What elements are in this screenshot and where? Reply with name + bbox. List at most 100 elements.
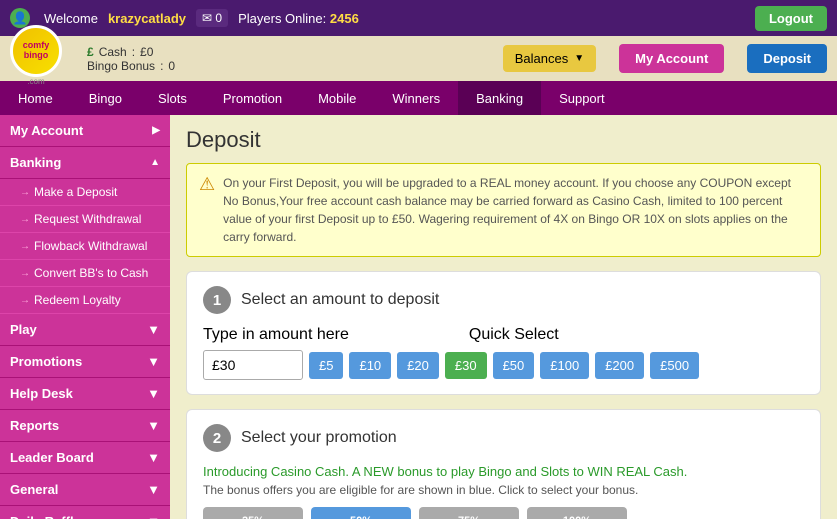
promo-sub: The bonus offers you are eligible for ar… bbox=[203, 483, 804, 497]
sidebar-flowback-withdrawal[interactable]: → Flowback Withdrawal bbox=[0, 233, 170, 260]
nav-home[interactable]: Home bbox=[0, 81, 71, 115]
sidebar-make-deposit-label: Make a Deposit bbox=[34, 185, 117, 199]
chevron-up-icon: ▲ bbox=[150, 157, 160, 168]
balance-info: £ Cash : £0 Bingo Bonus : 0 bbox=[87, 45, 175, 73]
nav-mobile[interactable]: Mobile bbox=[300, 81, 374, 115]
cash-colon: : bbox=[132, 45, 135, 59]
sidebar-general-label: General bbox=[10, 482, 58, 497]
promo-intro: Introducing Casino Cash. A NEW bonus to … bbox=[203, 464, 804, 479]
step2-header: 2 Select your promotion bbox=[203, 424, 804, 452]
sidebar-general[interactable]: General ▼ bbox=[0, 474, 170, 506]
quick-btn-500[interactable]: £500 bbox=[650, 352, 699, 379]
user-avatar-icon: 👤 bbox=[10, 8, 30, 28]
quick-btn-50[interactable]: £50 bbox=[493, 352, 535, 379]
nav-support[interactable]: Support bbox=[541, 81, 623, 115]
promo-card-100[interactable]: 100% CASINOCASH Deposit £100 to £500 bbox=[527, 507, 627, 519]
nav-bar: Home Bingo Slots Promotion Mobile Winner… bbox=[0, 81, 837, 115]
chevron-down-icon: ▼ bbox=[147, 418, 160, 433]
sidebar-promotions[interactable]: Promotions ▼ bbox=[0, 346, 170, 378]
notice-text: On your First Deposit, you will be upgra… bbox=[223, 174, 808, 246]
notice-box: ⚠ On your First Deposit, you will be upg… bbox=[186, 163, 821, 257]
welcome-label: Welcome bbox=[44, 11, 98, 26]
chevron-right-icon: ▶ bbox=[152, 125, 160, 136]
amount-input[interactable] bbox=[203, 350, 303, 380]
sidebar-daily-raffle[interactable]: Daily Raffle ▼ bbox=[0, 506, 170, 519]
arrow-right-icon: → bbox=[20, 214, 30, 225]
logout-button[interactable]: Logout bbox=[755, 6, 827, 31]
step2-circle: 2 bbox=[203, 424, 231, 452]
amount-type-label: Type in amount here bbox=[203, 326, 349, 344]
username-display: krazycatlady bbox=[108, 11, 186, 26]
top-bar-left: 👤 Welcome krazycatlady ✉ 0 Players Onlin… bbox=[10, 8, 359, 28]
sidebar-reports-label: Reports bbox=[10, 418, 59, 433]
quick-btn-100[interactable]: £100 bbox=[540, 352, 589, 379]
promo-card-25-title: 25% CASINOCASH bbox=[213, 515, 293, 519]
bingo-bonus-colon: : bbox=[160, 59, 163, 73]
balance-bar: comfybingo .com £ Cash : £0 Bingo Bonus … bbox=[0, 36, 837, 81]
main-layout: My Account ▶ Banking ▲ → Make a Deposit … bbox=[0, 115, 837, 519]
sidebar-request-withdrawal-label: Request Withdrawal bbox=[34, 212, 141, 226]
nav-bingo[interactable]: Bingo bbox=[71, 81, 140, 115]
sidebar-redeem-loyalty[interactable]: → Redeem Loyalty bbox=[0, 287, 170, 314]
chevron-down-icon: ▼ bbox=[147, 354, 160, 369]
nav-promotion[interactable]: Promotion bbox=[205, 81, 300, 115]
arrow-right-icon: → bbox=[20, 187, 30, 198]
chevron-down-icon: ▼ bbox=[147, 322, 160, 337]
players-count: 2456 bbox=[330, 11, 359, 26]
chevron-down-icon: ▼ bbox=[147, 514, 160, 519]
cash-icon: £ bbox=[87, 45, 94, 59]
sidebar: My Account ▶ Banking ▲ → Make a Deposit … bbox=[0, 115, 170, 519]
sidebar-reports[interactable]: Reports ▼ bbox=[0, 410, 170, 442]
sidebar-convert-bbs[interactable]: → Convert BB's to Cash bbox=[0, 260, 170, 287]
sidebar-play[interactable]: Play ▼ bbox=[0, 314, 170, 346]
sidebar-promotions-label: Promotions bbox=[10, 354, 82, 369]
quick-btn-20[interactable]: £20 bbox=[397, 352, 439, 379]
arrow-right-icon: → bbox=[20, 268, 30, 279]
step1-box: 1 Select an amount to deposit Type in am… bbox=[186, 271, 821, 395]
chevron-down-icon: ▼ bbox=[574, 53, 584, 64]
sidebar-request-withdrawal[interactable]: → Request Withdrawal bbox=[0, 206, 170, 233]
promo-card-25[interactable]: 25% CASINOCASH Deposit £5 to £25 bbox=[203, 507, 303, 519]
cash-label: Cash bbox=[99, 45, 127, 59]
amount-section: Type in amount here Quick Select £5 £10 … bbox=[203, 326, 804, 380]
step1-title: Select an amount to deposit bbox=[241, 291, 439, 309]
promo-card-50[interactable]: 50% CASINOCASH Deposit £25 to £50 bbox=[311, 507, 411, 519]
sidebar-make-deposit[interactable]: → Make a Deposit bbox=[0, 179, 170, 206]
sidebar-banking-label: Banking bbox=[10, 155, 61, 170]
sidebar-flowback-withdrawal-label: Flowback Withdrawal bbox=[34, 239, 147, 253]
arrow-right-icon: → bbox=[20, 295, 30, 306]
promo-cards: 25% CASINOCASH Deposit £5 to £25 50% CAS… bbox=[203, 507, 804, 519]
nav-slots[interactable]: Slots bbox=[140, 81, 205, 115]
nav-banking[interactable]: Banking bbox=[458, 81, 541, 115]
quick-btn-10[interactable]: £10 bbox=[349, 352, 391, 379]
sidebar-my-account[interactable]: My Account ▶ bbox=[0, 115, 170, 147]
email-icon: ✉ 0 bbox=[196, 9, 228, 27]
arrow-right-icon: → bbox=[20, 241, 30, 252]
balances-dropdown-button[interactable]: Balances ▼ bbox=[503, 45, 596, 72]
promo-card-75-title: 75% CASINOCASH bbox=[429, 515, 509, 519]
promo-card-50-title: 50% CASINOCASH bbox=[321, 515, 401, 519]
sidebar-help-desk-label: Help Desk bbox=[10, 386, 73, 401]
quick-btn-200[interactable]: £200 bbox=[595, 352, 644, 379]
bingo-bonus-label: Bingo Bonus bbox=[87, 59, 155, 73]
sidebar-banking-sub: → Make a Deposit → Request Withdrawal → … bbox=[0, 179, 170, 314]
sidebar-leader-board[interactable]: Leader Board ▼ bbox=[0, 442, 170, 474]
sidebar-leader-board-label: Leader Board bbox=[10, 450, 94, 465]
quick-btn-5[interactable]: £5 bbox=[309, 352, 343, 379]
sidebar-daily-raffle-label: Daily Raffle bbox=[10, 514, 81, 519]
sidebar-banking[interactable]: Banking ▲ bbox=[0, 147, 170, 179]
step1-circle: 1 bbox=[203, 286, 231, 314]
nav-winners[interactable]: Winners bbox=[374, 81, 458, 115]
sidebar-redeem-loyalty-label: Redeem Loyalty bbox=[34, 293, 121, 307]
sidebar-help-desk[interactable]: Help Desk ▼ bbox=[0, 378, 170, 410]
quick-btn-30[interactable]: £30 bbox=[445, 352, 487, 379]
logo-area: comfybingo .com bbox=[10, 31, 62, 86]
chevron-down-icon: ▼ bbox=[147, 482, 160, 497]
my-account-button[interactable]: My Account bbox=[619, 44, 724, 73]
promo-card-75[interactable]: 75% CASINOCASH Deposit £50 to £100 bbox=[419, 507, 519, 519]
content-area: Deposit ⚠ On your First Deposit, you wil… bbox=[170, 115, 837, 519]
deposit-button-header[interactable]: Deposit bbox=[747, 44, 827, 73]
balances-label: Balances bbox=[515, 51, 568, 66]
step2-box: 2 Select your promotion Introducing Casi… bbox=[186, 409, 821, 519]
step1-header: 1 Select an amount to deposit bbox=[203, 286, 804, 314]
